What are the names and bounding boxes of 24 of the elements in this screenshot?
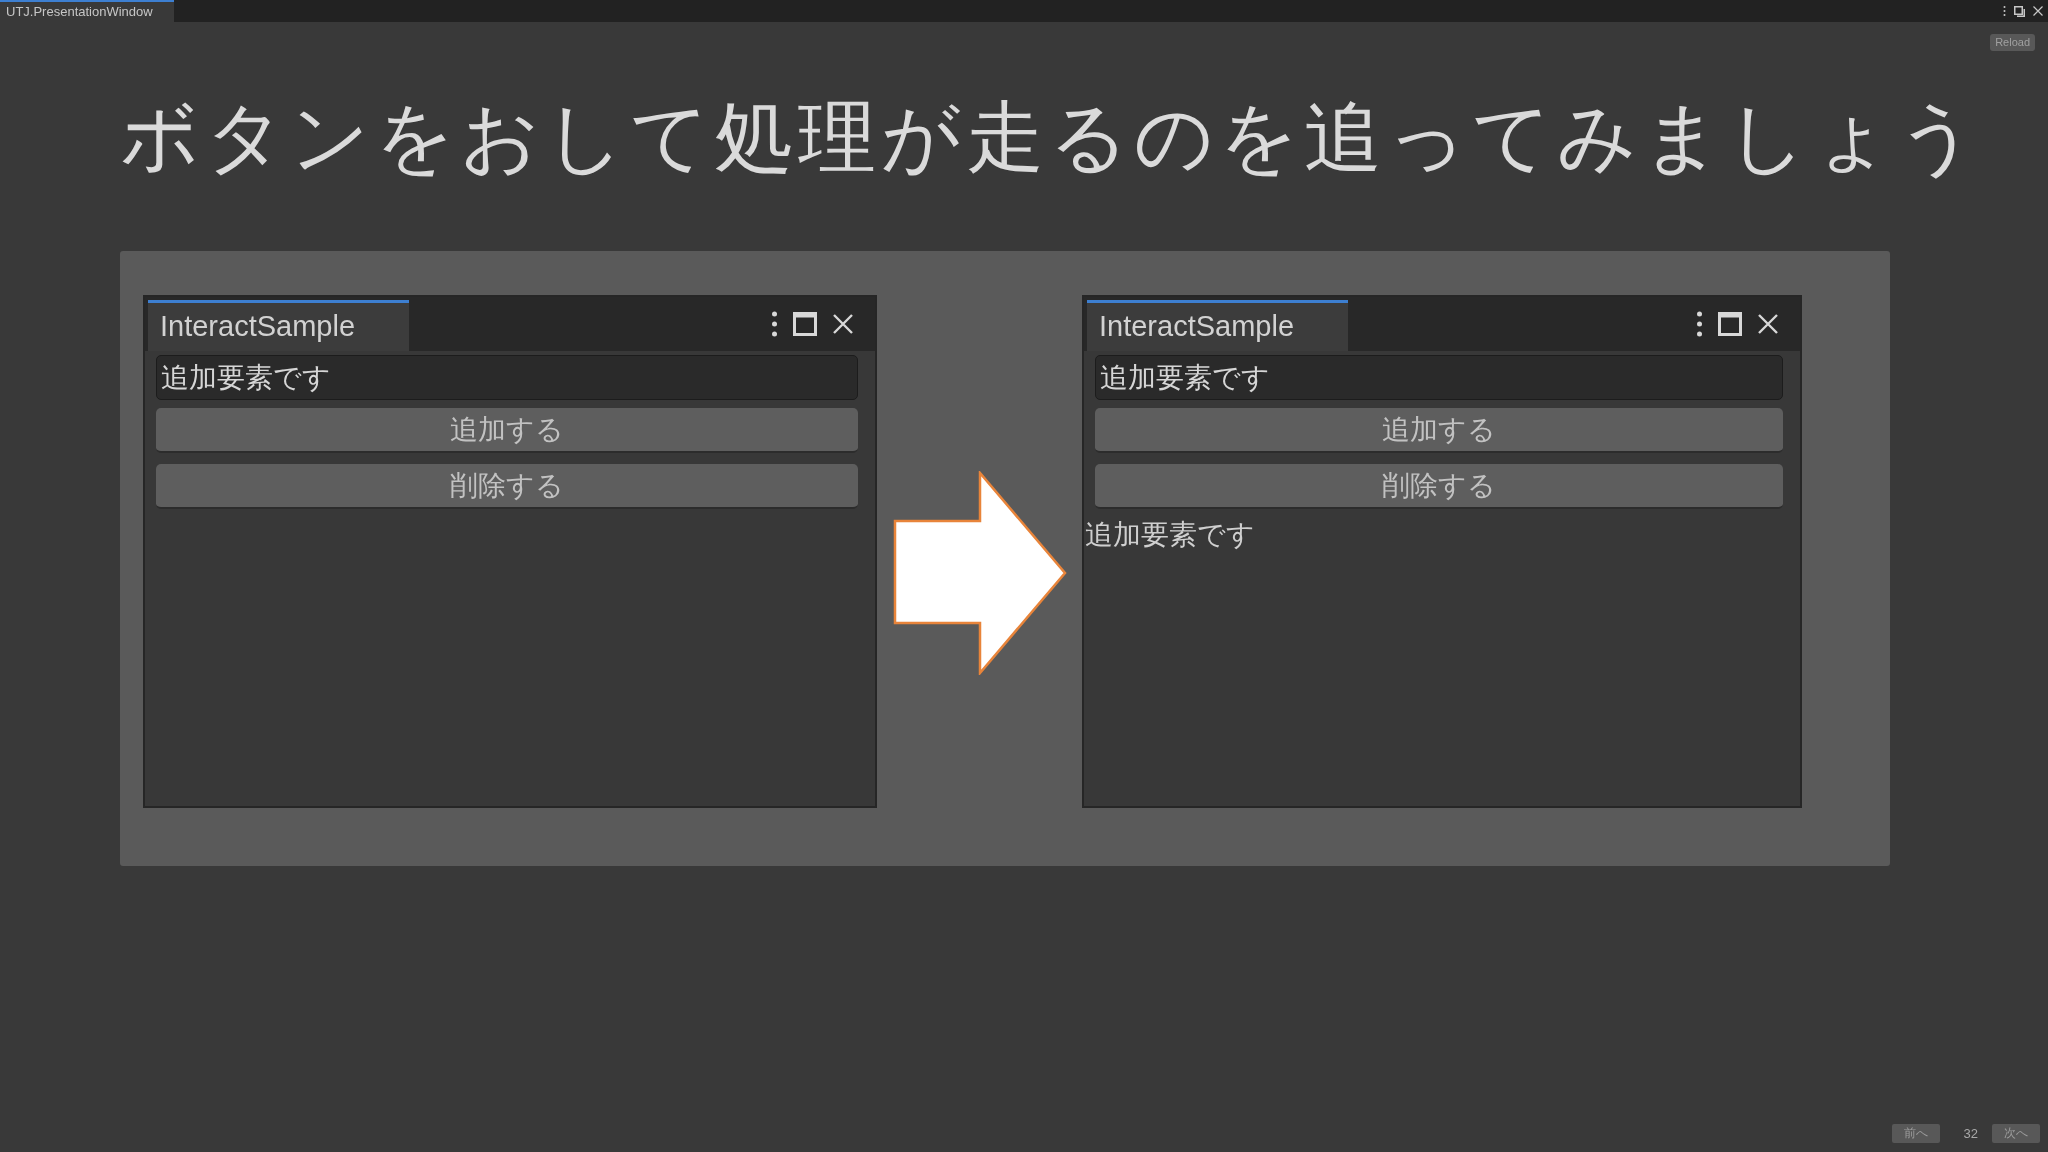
maximize-icon[interactable] [793, 312, 817, 336]
text-field[interactable]: 追加要素です [156, 355, 858, 400]
window-tab[interactable]: InteractSample [148, 300, 409, 351]
menu-icon[interactable] [772, 311, 777, 337]
slide-title: ボタンをおして処理が走るのを追ってみましょう [120, 92, 1982, 183]
window-tab[interactable]: UTJ.PresentationWindow [0, 0, 174, 22]
maximize-icon[interactable] [1718, 312, 1742, 336]
add-button[interactable]: 追加する [1095, 408, 1783, 453]
text-field[interactable]: 追加要素です [1095, 355, 1783, 400]
menu-icon[interactable] [1697, 311, 1702, 337]
delete-button[interactable]: 削除する [1095, 464, 1783, 509]
page-number: 32 [1963, 1124, 1978, 1143]
added-label: 追加要素です [1085, 518, 1255, 552]
reload-button[interactable]: Reload [1990, 34, 2035, 51]
prev-button[interactable]: 前へ [1891, 1123, 1940, 1143]
next-button[interactable]: 次へ [1992, 1123, 2040, 1143]
add-button[interactable]: 追加する [156, 408, 858, 453]
window-tab[interactable]: InteractSample [1087, 300, 1348, 351]
close-icon[interactable] [833, 314, 853, 334]
menu-icon[interactable] [2003, 6, 2006, 16]
close-icon[interactable] [2033, 6, 2043, 16]
restore-icon[interactable] [2014, 5, 2025, 17]
delete-button[interactable]: 削除する [156, 464, 858, 509]
close-icon[interactable] [1758, 314, 1778, 334]
